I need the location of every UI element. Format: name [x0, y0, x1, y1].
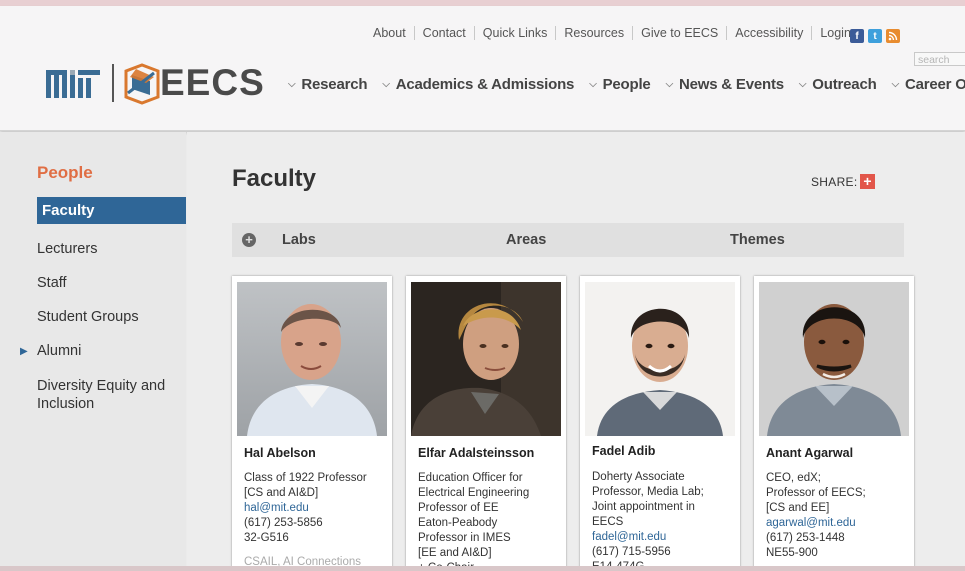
logo-divider — [112, 64, 114, 102]
faculty-title-line: CEO, edX; — [766, 472, 821, 484]
faculty-title-line: EECS — [592, 516, 624, 528]
share-plus-button[interactable]: + — [860, 174, 875, 189]
faculty-email[interactable]: fadel@mit.edu — [592, 530, 734, 545]
faculty-phone: (617) 715-5956 — [592, 546, 671, 558]
filter-areas[interactable]: Areas — [506, 232, 546, 248]
faculty-details: Doherty Associate Professor, Media Lab; … — [592, 470, 734, 571]
faculty-title-line: Class of 1922 Professor — [244, 472, 367, 484]
faculty-photo[interactable] — [237, 282, 387, 436]
rss-icon[interactable] — [886, 29, 900, 43]
faculty-email[interactable]: agarwal@mit.edu — [766, 516, 908, 531]
sidebar-item-diversity[interactable]: Diversity Equity and Inclusion — [37, 377, 177, 413]
bottom-border — [0, 566, 965, 571]
faculty-card[interactable]: Fadel Adib Doherty Associate Professor, … — [580, 276, 740, 571]
nav-label: News & Events — [678, 76, 784, 93]
utility-nav: About Contact Quick Links Resources Give… — [372, 24, 859, 42]
faculty-phone: (617) 253-5856 — [244, 517, 323, 529]
faculty-card[interactable]: Anant Agarwal CEO, edX; Professor of EEC… — [754, 276, 914, 571]
faculty-phone: (617) 253-1448 — [766, 532, 845, 544]
filter-labs[interactable]: Labs — [282, 232, 316, 248]
utility-link-resources[interactable]: Resources — [555, 26, 632, 40]
utility-link-give[interactable]: Give to EECS — [632, 26, 726, 40]
sidebar-item-staff[interactable]: Staff — [37, 275, 67, 291]
sidebar-item-alumni[interactable]: Alumni — [37, 343, 81, 359]
browser-page: About Contact Quick Links Resources Give… — [0, 0, 965, 571]
faculty-details: Education Officer for Electrical Enginee… — [418, 471, 560, 571]
nav-label: Outreach — [812, 76, 877, 93]
faculty-title-line: Professor, Media Lab; — [592, 486, 704, 498]
mit-logo[interactable] — [46, 68, 102, 105]
nav-academics-admissions[interactable]: ⌵ Academics & Admissions — [382, 76, 574, 93]
utility-link-accessibility[interactable]: Accessibility — [726, 26, 811, 40]
page-title: Faculty — [232, 165, 317, 192]
faculty-title-line: Professor in IMES — [418, 532, 511, 544]
faculty-card[interactable]: Hal Abelson Class of 1922 Professor [CS … — [232, 276, 392, 571]
nav-label: People — [602, 76, 651, 93]
faculty-name[interactable]: Elfar Adalsteinsson — [418, 446, 534, 460]
faculty-title-line: Joint appointment in — [592, 501, 695, 513]
nav-label: Research — [301, 76, 368, 93]
utility-link-about[interactable]: About — [372, 26, 414, 40]
nav-label: Career Oppo — [904, 76, 965, 93]
faculty-title-line: Professor of EECS; — [766, 487, 866, 499]
search-input[interactable]: search — [914, 52, 965, 66]
faculty-title-line: Doherty Associate — [592, 471, 685, 483]
nav-outreach[interactable]: ⌵ Outreach — [799, 76, 877, 93]
faculty-title-line: Education Officer for — [418, 472, 523, 484]
expand-arrow-icon[interactable]: ▶ — [20, 346, 28, 357]
chevron-down-icon: ⌵ — [382, 79, 390, 90]
site-header: About Contact Quick Links Resources Give… — [0, 6, 965, 131]
sidebar-item-faculty[interactable]: Faculty — [37, 197, 186, 224]
faculty-office: NE55-900 — [766, 547, 818, 559]
faculty-details: Class of 1922 Professor [CS and AI&D] ha… — [244, 471, 386, 570]
faculty-details: CEO, edX; Professor of EECS; [CS and EE]… — [766, 471, 908, 561]
faculty-email[interactable]: hal@mit.edu — [244, 501, 386, 516]
sidebar-item-student-groups[interactable]: Student Groups — [37, 309, 139, 325]
faculty-name[interactable]: Hal Abelson — [244, 446, 316, 460]
faculty-title-line: Electrical Engineering — [418, 487, 530, 499]
sidebar-item-lecturers[interactable]: Lecturers — [37, 241, 97, 257]
chevron-down-icon: ⌵ — [288, 79, 296, 90]
chevron-down-icon: ⌵ — [589, 79, 597, 90]
faculty-title-line: [EE and AI&D] — [418, 547, 492, 559]
facebook-icon[interactable]: f — [850, 29, 864, 43]
eecs-mark-icon — [124, 63, 160, 110]
faculty-photo[interactable] — [585, 282, 735, 436]
faculty-title-line: Professor of EE — [418, 502, 499, 514]
chevron-down-icon: ⌵ — [798, 79, 807, 90]
faculty-title-line: [CS and EE] — [766, 502, 830, 514]
utility-link-contact[interactable]: Contact — [413, 26, 474, 40]
faculty-office: 32-G516 — [244, 532, 289, 544]
chevron-down-icon: ⌵ — [891, 79, 900, 90]
nav-label: Academics & Admissions — [395, 76, 575, 93]
main-nav: ⌵ Research ⌵ Academics & Admissions ⌵ Peopl… — [288, 76, 965, 93]
faculty-photo[interactable] — [759, 282, 909, 436]
utility-link-quick-links[interactable]: Quick Links — [473, 26, 556, 40]
faculty-title-line: Eaton-Peabody — [418, 517, 498, 529]
eecs-logo-text[interactable]: EECS — [160, 62, 265, 104]
chevron-down-icon: ⌵ — [665, 79, 674, 90]
share-label: SHARE: — [811, 175, 858, 189]
social-links: f t — [850, 29, 900, 43]
expand-filters-icon[interactable]: + — [242, 233, 256, 247]
nav-career[interactable]: ⌵ Career Oppo — [892, 76, 965, 93]
faculty-name[interactable]: Fadel Adib — [592, 444, 655, 458]
faculty-name[interactable]: Anant Agarwal — [766, 446, 853, 460]
nav-research[interactable]: ⌵ Research — [288, 76, 368, 93]
twitter-icon[interactable]: t — [868, 29, 882, 43]
faculty-card[interactable]: Elfar Adalsteinsson Education Officer fo… — [406, 276, 566, 571]
filter-bar — [232, 223, 904, 257]
nav-news-events[interactable]: ⌵ News & Events — [665, 76, 785, 93]
sidebar-heading[interactable]: People — [37, 163, 93, 183]
nav-people[interactable]: ⌵ People — [589, 76, 651, 93]
faculty-title-line: [CS and AI&D] — [244, 487, 319, 499]
filter-themes[interactable]: Themes — [730, 232, 785, 248]
faculty-photo[interactable] — [411, 282, 561, 436]
